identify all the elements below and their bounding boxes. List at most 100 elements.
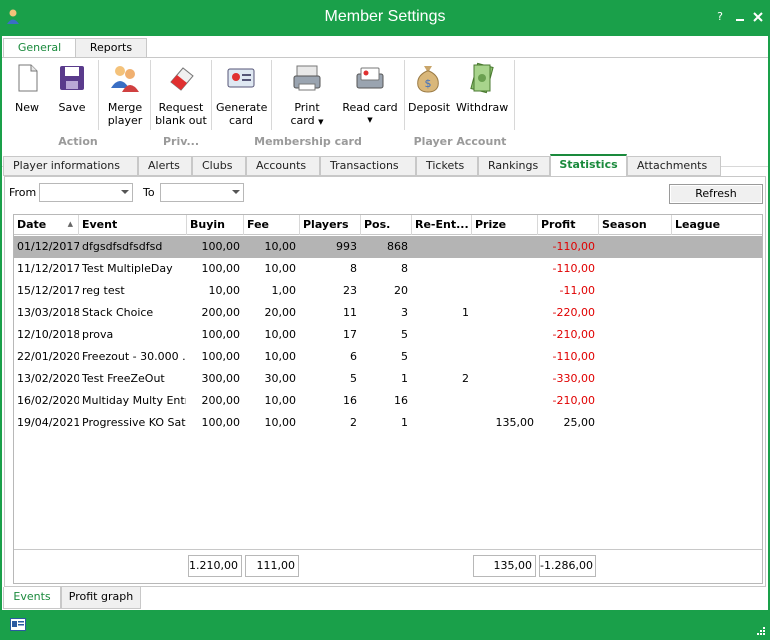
- cell-players: 8: [350, 262, 357, 275]
- minimize-button[interactable]: [734, 11, 746, 23]
- table-row[interactable]: 11/12/2017 Test MultipleDay 100,00 10,00 8 8 -…: [14, 258, 762, 280]
- table-row[interactable]: 22/01/2020 Freezout - 30.000 ... 100,00 10,…: [14, 346, 762, 368]
- cell-buyin: 100,00: [201, 416, 241, 429]
- tab-statistics[interactable]: Statistics: [550, 154, 627, 177]
- table-row[interactable]: 01/12/2017 dfgsdfsdfsdfsd 100,00 10,00 993 86…: [14, 236, 762, 258]
- col-header-profit[interactable]: Profit: [538, 215, 599, 235]
- cell-event: Test MultipleDay: [82, 262, 173, 275]
- read-card-icon: [356, 67, 384, 89]
- cell-players: 5: [350, 372, 357, 385]
- cell-event: Freezout - 30.000 ...: [82, 350, 186, 363]
- from-date-combo[interactable]: [39, 183, 133, 202]
- cell-prize: [472, 258, 534, 280]
- cell-buyin: 300,00: [201, 372, 241, 385]
- ribbon-separator: [211, 60, 212, 130]
- save-button[interactable]: Save: [52, 62, 92, 114]
- col-header-prize[interactable]: Prize: [472, 215, 538, 235]
- col-header-fee[interactable]: Fee: [244, 215, 300, 235]
- cell-event: reg test: [82, 284, 125, 297]
- ribbon-separator: [514, 60, 515, 130]
- table-row[interactable]: 19/04/2021 Progressive KO Sat 1 100,00 10,0…: [14, 412, 762, 434]
- cell-pos: 868: [387, 240, 408, 253]
- cell-players: 11: [343, 306, 357, 319]
- ribbon-tab-reports[interactable]: Reports: [75, 38, 147, 58]
- cell-date: 15/12/2017: [17, 284, 79, 297]
- generate-card-icon: [227, 68, 255, 88]
- cell-profit: -220,00: [552, 306, 595, 319]
- withdraw-button[interactable]: Withdraw: [456, 62, 508, 114]
- cell-buyin: 200,00: [201, 394, 241, 407]
- generate-label-2: card: [228, 114, 254, 127]
- tab-rankings[interactable]: Rankings: [478, 156, 550, 176]
- to-date-combo[interactable]: [160, 183, 244, 202]
- cell-prize: [472, 280, 534, 302]
- withdraw-label: Withdraw: [456, 101, 509, 114]
- chevron-down-icon: [121, 190, 129, 194]
- request-blank-out-button[interactable]: Request blank out: [154, 62, 208, 127]
- col-header-season[interactable]: Season: [599, 215, 672, 235]
- cell-profit: -11,00: [559, 284, 595, 297]
- print-label-1: Print: [294, 101, 320, 114]
- client-area: General Reports New Save Merge player Re…: [2, 36, 768, 610]
- cell-pos: 5: [401, 328, 408, 341]
- ribbon-separator: [98, 60, 99, 130]
- cell-fee: 10,00: [264, 262, 297, 275]
- cell-date: 01/12/2017: [17, 240, 79, 253]
- tab-player-informations[interactable]: Player informations: [3, 156, 138, 176]
- cell-prize: 135,00: [495, 416, 535, 429]
- cell-event: Multiday Multy Entri...: [82, 394, 186, 407]
- tab-transactions[interactable]: Transactions: [320, 156, 416, 176]
- col-header-buyin[interactable]: Buyin: [187, 215, 244, 235]
- table-row[interactable]: 12/10/2018 prova 100,00 10,00 17 5 -210,00: [14, 324, 762, 346]
- table-row[interactable]: 16/02/2020Multiday Multy Entri... 200,00 1…: [14, 390, 762, 412]
- tab-tickets[interactable]: Tickets: [416, 156, 478, 176]
- total-buyin: 1.210,00: [188, 555, 242, 577]
- cell-fee: 10,00: [264, 416, 297, 429]
- cell-event: Test FreeZeOut: [82, 372, 165, 385]
- close-icon: [753, 12, 763, 22]
- col-header-event[interactable]: Event: [79, 215, 187, 235]
- group-label-membership: Membership card: [254, 135, 362, 148]
- cell-players: 16: [343, 394, 357, 407]
- tab-profit-graph[interactable]: Profit graph: [61, 587, 141, 609]
- col-header-date[interactable]: Date ▲: [14, 215, 79, 235]
- new-button[interactable]: New: [8, 62, 46, 114]
- request-label-2: blank out: [155, 114, 207, 127]
- ribbon-tab-general[interactable]: General: [3, 38, 76, 59]
- col-header-players[interactable]: Players: [300, 215, 361, 235]
- col-header-league[interactable]: League: [672, 215, 762, 235]
- close-button[interactable]: [752, 11, 764, 23]
- cell-buyin: 100,00: [201, 350, 241, 363]
- cell-pos: 1: [401, 416, 408, 429]
- new-label: New: [15, 101, 39, 114]
- tab-accounts[interactable]: Accounts: [246, 156, 320, 176]
- tab-clubs[interactable]: Clubs: [192, 156, 246, 176]
- cell-reentry: 1: [462, 306, 469, 319]
- table-row[interactable]: 15/12/2017 reg test 10,00 1,00 23 20 -11,00: [14, 280, 762, 302]
- merge-player-button[interactable]: Merge player: [104, 62, 146, 127]
- cell-date: 12/10/2018: [17, 328, 79, 341]
- cell-reentry: [412, 346, 469, 368]
- content-tabs: Player informations Alerts Clubs Account…: [2, 154, 768, 177]
- print-card-button[interactable]: Print card ▼: [287, 62, 327, 129]
- deposit-button[interactable]: $ Deposit: [408, 62, 450, 114]
- tab-alerts[interactable]: Alerts: [138, 156, 192, 176]
- help-button[interactable]: ?: [714, 11, 726, 23]
- read-label: Read card: [342, 101, 398, 114]
- resize-grip-icon[interactable]: [756, 626, 766, 636]
- read-card-button[interactable]: Read card ▼: [342, 62, 398, 127]
- status-bar: [0, 610, 770, 640]
- cell-profit: -330,00: [552, 372, 595, 385]
- cell-fee: 1,00: [271, 284, 297, 297]
- refresh-button[interactable]: Refresh: [669, 184, 763, 204]
- tab-events[interactable]: Events: [3, 587, 61, 609]
- table-row[interactable]: 13/03/2018 Stack Choice 200,00 20,00 11 3 1 -22…: [14, 302, 762, 324]
- table-row[interactable]: 13/02/2020 Test FreeZeOut 300,00 30,00 5 1 2 -3…: [14, 368, 762, 390]
- generate-card-button[interactable]: Generate card: [216, 62, 267, 127]
- tab-attachments[interactable]: Attachments: [627, 156, 721, 176]
- col-header-pos[interactable]: Pos.: [361, 215, 412, 235]
- col-header-date-label: Date: [17, 218, 47, 231]
- col-header-reentry[interactable]: Re-Ent...: [412, 215, 472, 235]
- total-fee: 111,00: [245, 555, 299, 577]
- svg-text:$: $: [425, 77, 432, 90]
